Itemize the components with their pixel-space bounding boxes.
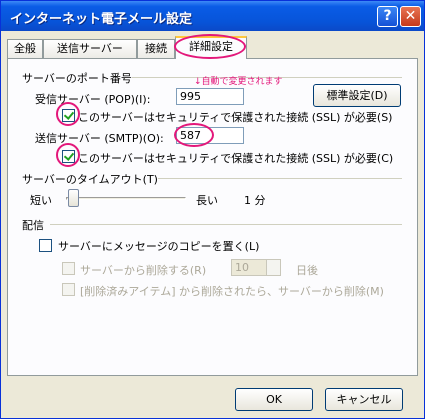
- ok-button[interactable]: OK: [235, 388, 313, 411]
- ports-section-title: サーバーのポート番号: [22, 72, 132, 85]
- tab-general[interactable]: 全般: [7, 39, 43, 58]
- leave-copy-label: サーバーにメッセージのコピーを置く(L): [58, 240, 260, 253]
- ssl-incoming-highlight-circle: [56, 102, 80, 126]
- title-bar[interactable]: インターネット電子メール設定 ? ✕: [1, 1, 424, 31]
- advanced-panel: サーバーのポート番号 ↓自動で変更されます 受信サーバー (POP)(I): 9…: [7, 58, 418, 376]
- timeout-short-label: 短い: [30, 194, 52, 207]
- delivery-divider: [50, 224, 402, 225]
- delivery-section-title: 配信: [22, 219, 44, 232]
- tab-outgoing-server[interactable]: 送信サーバー: [43, 39, 137, 58]
- timeout-value-label: 1 分: [244, 194, 266, 207]
- help-icon[interactable]: ?: [377, 6, 398, 27]
- remove-days-input[interactable]: 10: [231, 259, 267, 276]
- ssl-incoming-label: このサーバーはセキュリティで保護された接続 (SSL) が必要(S): [78, 111, 393, 124]
- remove-days-spinner[interactable]: [266, 259, 281, 276]
- default-settings-button[interactable]: 標準設定(D): [313, 84, 401, 107]
- outgoing-port-label: 送信サーバー (SMTP)(O):: [35, 132, 164, 145]
- remove-after-checkbox[interactable]: [62, 262, 75, 275]
- window-title: インターネット電子メール設定: [10, 12, 193, 27]
- timeout-slider-track: [66, 197, 186, 200]
- incoming-port-input[interactable]: 995: [176, 88, 244, 105]
- remove-days-unit: 日後: [296, 264, 318, 277]
- incoming-port-label: 受信サーバー (POP)(I):: [35, 93, 151, 106]
- timeout-divider: [158, 178, 402, 179]
- remove-deleted-checkbox[interactable]: [62, 283, 75, 296]
- timeout-section-title: サーバーのタイムアウト(T): [22, 173, 158, 186]
- outgoing-port-highlight-circle: [174, 123, 214, 147]
- cancel-button[interactable]: キャンセル: [325, 388, 403, 411]
- ssl-outgoing-highlight-circle: [56, 143, 80, 167]
- auto-change-note: ↓自動で変更されます: [194, 77, 283, 87]
- leave-copy-checkbox[interactable]: [39, 239, 52, 252]
- timeout-slider-thumb[interactable]: [68, 189, 79, 207]
- remove-deleted-label: [削除済みアイテム] から削除されたら、サーバーから削除(M): [80, 285, 384, 298]
- close-icon[interactable]: ✕: [400, 6, 421, 27]
- settings-dialog: インターネット電子メール設定 ? ✕ 全般 送信サーバー 接続 詳細設定 サーバ…: [0, 0, 425, 419]
- tab-highlight-circle: [174, 34, 246, 59]
- timeout-long-label: 長い: [196, 194, 218, 207]
- ssl-outgoing-label: このサーバーはセキュリティで保護された接続 (SSL) が必要(C): [78, 152, 394, 165]
- remove-after-label: サーバーから削除する(R): [80, 264, 207, 277]
- tab-connection[interactable]: 接続: [137, 39, 175, 58]
